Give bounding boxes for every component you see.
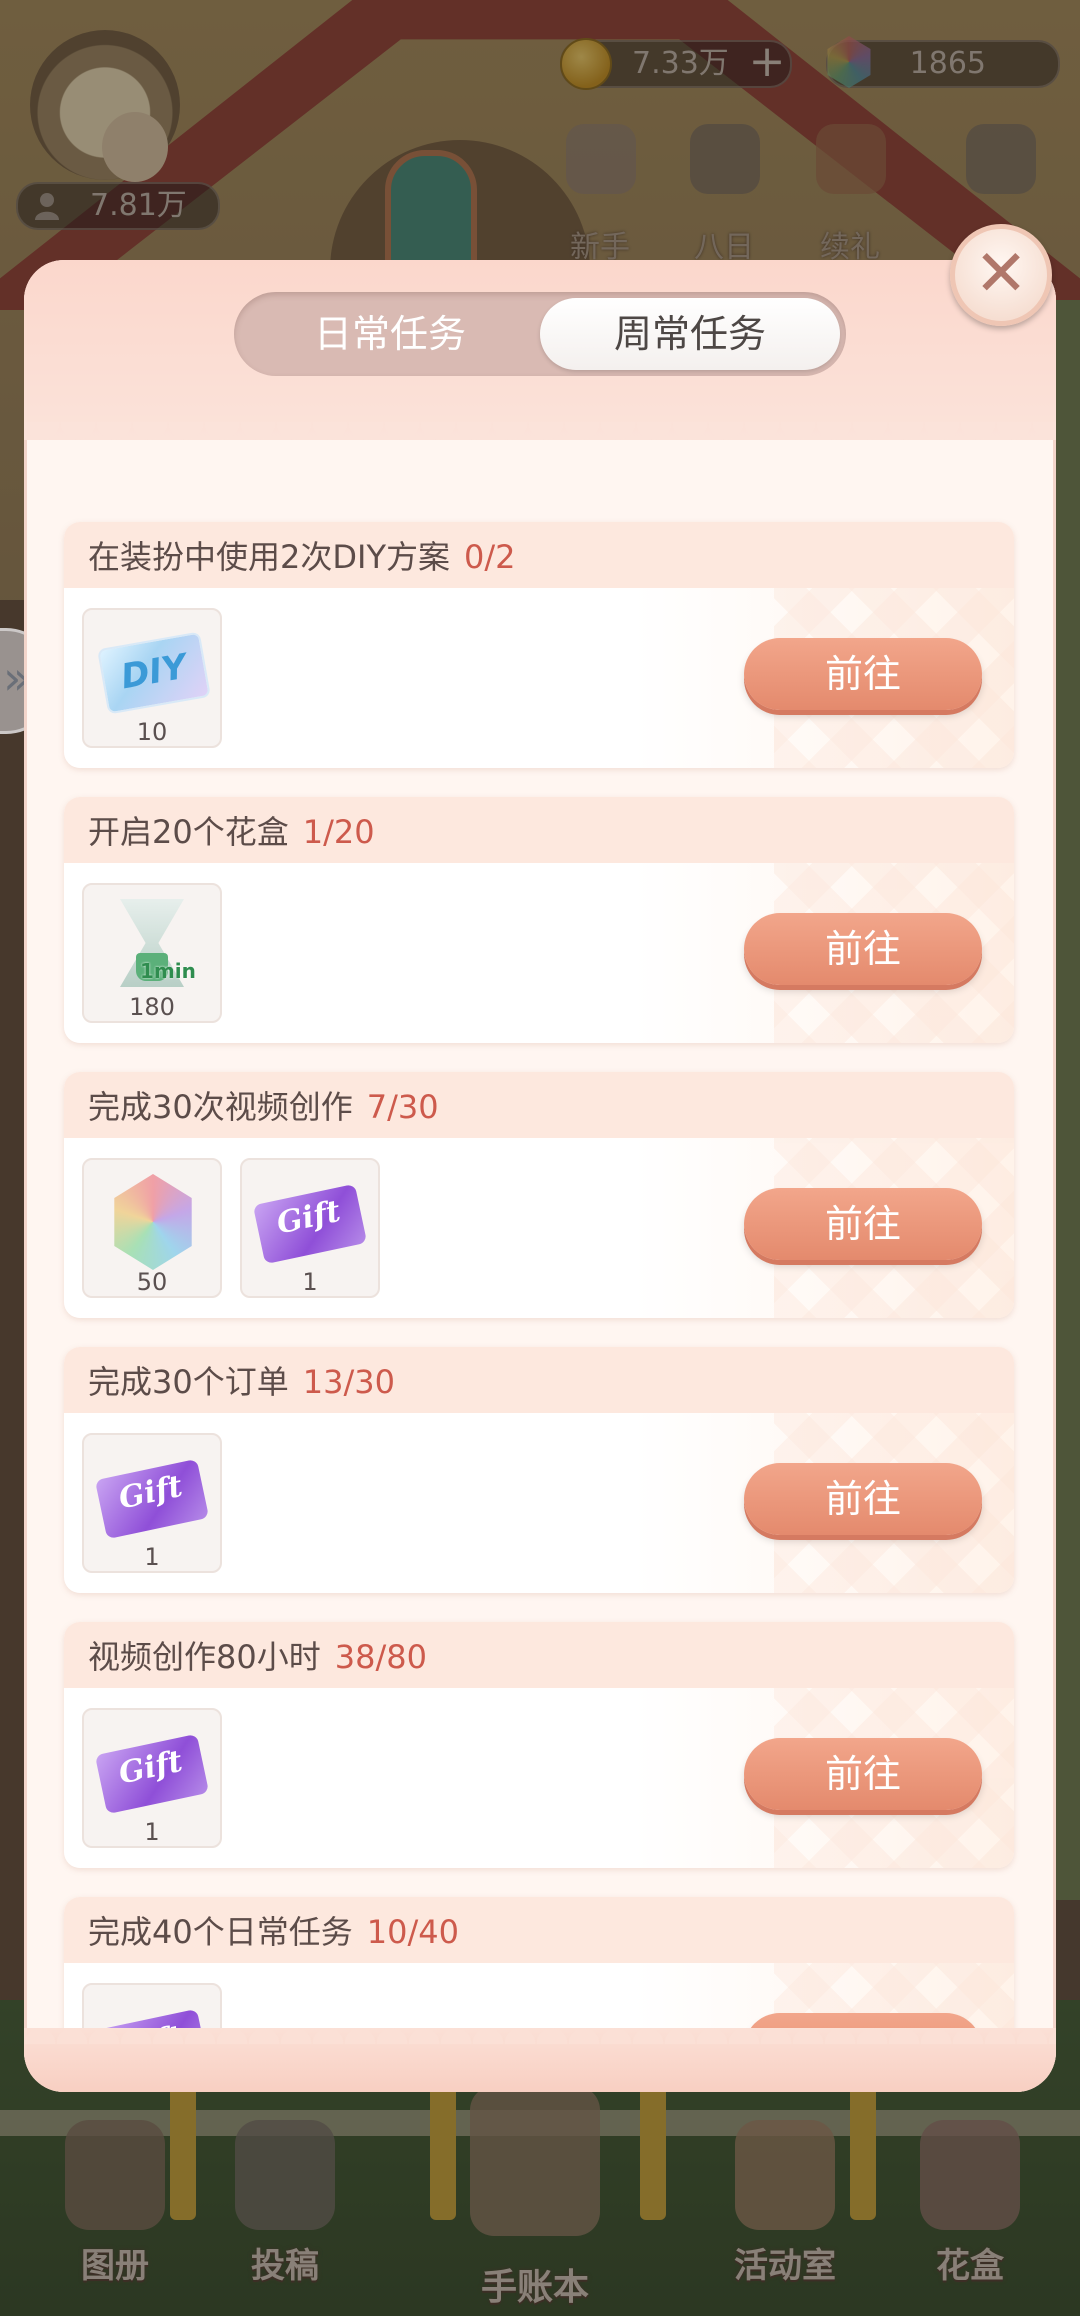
reward-count: 1 (144, 1818, 160, 1846)
task-header: 完成30个订单 13/30 (64, 1347, 1014, 1413)
reward-item[interactable]: Gift 1 (82, 1433, 222, 1573)
task-title: 在装扮中使用2次DIY方案 0/2 (88, 532, 516, 578)
task-title-text: 在装扮中使用2次DIY方案 (88, 538, 450, 576)
modal-header: 日常任务 周常任务 (24, 260, 1056, 458)
tab-daily[interactable]: 日常任务 (240, 298, 540, 370)
reward-item[interactable]: Gift 1 (82, 1708, 222, 1848)
task-title: 视频创作80小时 38/80 (88, 1632, 427, 1678)
reward-item[interactable]: 1min 180 (82, 883, 222, 1023)
gift-card-icon: Gift (94, 1458, 210, 1540)
modal-footer (24, 2012, 1056, 2092)
reward-count: 50 (136, 1268, 168, 1296)
task-title-text: 完成30个订单 (88, 1363, 289, 1401)
gift-card-icon: Gift (252, 1183, 368, 1265)
close-button[interactable]: ✕ (950, 224, 1052, 326)
go-button[interactable]: 前往 (744, 913, 982, 985)
task-header: 视频创作80小时 38/80 (64, 1622, 1014, 1688)
task-header: 开启20个花盒 1/20 (64, 797, 1014, 863)
task-modal: 日常任务 周常任务 在装扮中使用2次DIY方案 0/2 DIY 10 前往 开启20个花盒… (24, 260, 1056, 2092)
task-title-text: 视频创作80小时 (88, 1638, 321, 1676)
task-progress: 0/2 (464, 538, 516, 576)
task-progress: 10/40 (366, 1913, 459, 1951)
close-icon: ✕ (974, 237, 1028, 311)
diy-ticket-icon: DIY (97, 631, 211, 715)
go-button[interactable]: 前往 (744, 1738, 982, 1810)
task-title-text: 开启20个花盒 (88, 813, 289, 851)
task-header: 完成40个日常任务 10/40 (64, 1897, 1014, 1963)
task-title: 完成40个日常任务 10/40 (88, 1907, 459, 1953)
task-title: 开启20个花盒 1/20 (88, 807, 375, 853)
task-header: 完成30次视频创作 7/30 (64, 1072, 1014, 1138)
reward-item[interactable]: Gift 1 (240, 1158, 380, 1298)
task-card: 在装扮中使用2次DIY方案 0/2 DIY 10 前往 (64, 522, 1014, 768)
task-header: 在装扮中使用2次DIY方案 0/2 (64, 522, 1014, 588)
task-title: 完成30次视频创作 7/30 (88, 1082, 439, 1128)
task-title: 完成30个订单 13/30 (88, 1357, 395, 1403)
go-button[interactable]: 前往 (744, 638, 982, 710)
gift-card-icon: Gift (94, 1733, 210, 1815)
go-button[interactable]: 前往 (744, 1188, 982, 1260)
reward-item[interactable]: DIY 10 (82, 608, 222, 748)
reward-count: 1 (144, 1543, 160, 1571)
task-list[interactable]: 在装扮中使用2次DIY方案 0/2 DIY 10 前往 开启20个花盒 1/20 1min 18… (24, 448, 1056, 2028)
task-card: 开启20个花盒 1/20 1min 180 前往 (64, 797, 1014, 1043)
task-title-text: 完成40个日常任务 (88, 1913, 353, 1951)
reward-count: 10 (136, 718, 168, 746)
task-tabs: 日常任务 周常任务 (234, 292, 846, 376)
task-card: 视频创作80小时 38/80 Gift 1 前往 (64, 1622, 1014, 1868)
reward-item[interactable]: 50 (82, 1158, 222, 1298)
tab-weekly[interactable]: 周常任务 (540, 298, 840, 370)
task-card: 完成40个日常任务10/40Gift2前往 (64, 1897, 1014, 2028)
go-button[interactable]: 前往 (744, 1463, 982, 1535)
rainbow-gem-icon (114, 1174, 192, 1270)
task-card: 完成30次视频创作 7/30 50 Gift 1 前往 (64, 1072, 1014, 1318)
task-card: 完成30个订单 13/30 Gift 1 前往 (64, 1347, 1014, 1593)
reward-count: 180 (129, 993, 175, 1021)
task-progress: 1/20 (302, 813, 375, 851)
reward-count: 1 (302, 1268, 318, 1296)
task-progress: 13/30 (302, 1363, 395, 1401)
task-progress: 38/80 (334, 1638, 427, 1676)
task-progress: 7/30 (366, 1088, 439, 1126)
task-title-text: 完成30次视频创作 (88, 1088, 353, 1126)
